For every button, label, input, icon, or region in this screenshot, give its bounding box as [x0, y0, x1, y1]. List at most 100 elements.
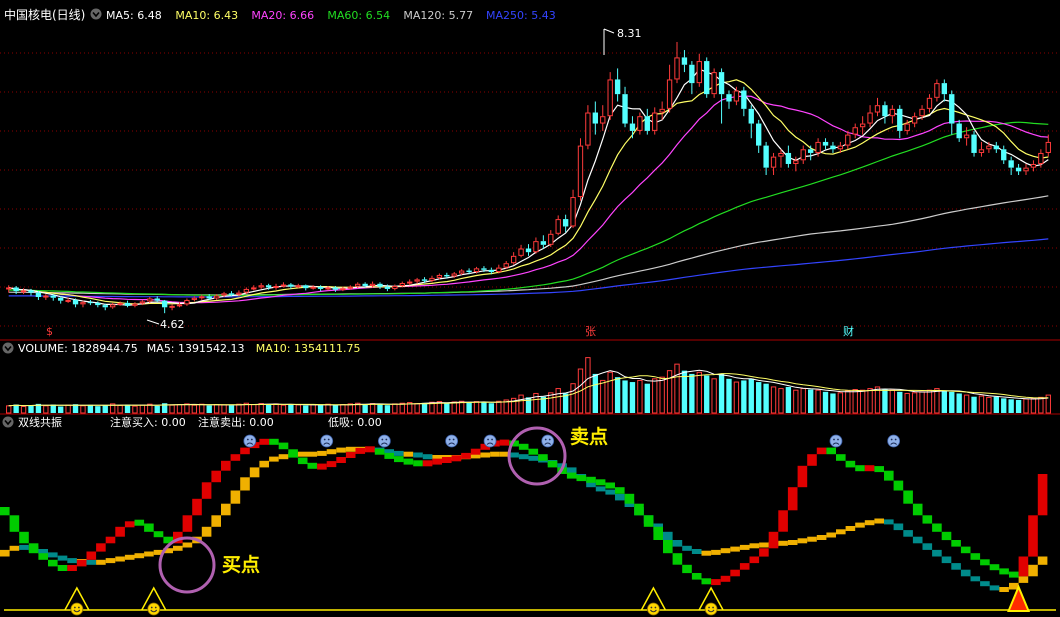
slow-line-block — [221, 503, 231, 516]
legend-item: MA250: 5.43 — [486, 9, 556, 22]
fast-line-block — [932, 523, 942, 532]
slow-line-block — [201, 526, 212, 537]
volume-bar — [845, 390, 851, 414]
fast-line-block — [989, 564, 1000, 571]
volume-bar — [807, 389, 814, 413]
slow-line-block — [989, 585, 1000, 591]
fast-line-block — [653, 526, 663, 540]
fast-line-block — [922, 515, 933, 524]
slow-line-block — [816, 535, 827, 540]
fast-line-block — [807, 454, 817, 466]
fast-line-block — [374, 448, 385, 455]
volume-bar — [325, 403, 331, 414]
fast-line-block — [576, 475, 587, 482]
volume-bar — [303, 405, 309, 413]
volume-bar — [20, 405, 27, 414]
legend-item: MA10: 6.43 — [175, 9, 238, 22]
volume-bar — [228, 405, 235, 413]
slow-line-block — [259, 460, 269, 468]
fast-line-block — [57, 565, 68, 571]
candle — [577, 138, 584, 201]
smiley-icon — [147, 602, 161, 616]
fast-line-block — [912, 503, 923, 516]
fast-line-block — [134, 519, 145, 526]
sad-face-icon — [445, 434, 459, 448]
slow-line-block — [836, 529, 846, 535]
fast-line-block — [893, 480, 904, 491]
candle — [971, 130, 977, 157]
volume-bar — [822, 391, 829, 413]
fast-line-block — [470, 448, 481, 455]
slow-line-block — [807, 536, 817, 542]
slow-line-block — [490, 451, 500, 457]
fast-line-block — [403, 458, 414, 465]
fast-line-block — [1009, 571, 1019, 578]
volume-bar — [614, 377, 621, 413]
volume-bar — [199, 403, 205, 414]
volume-bar — [65, 404, 71, 414]
slow-line-block — [67, 558, 77, 564]
fast-line-block — [297, 457, 308, 465]
volume-bar — [518, 394, 524, 414]
volume-bar — [488, 403, 495, 413]
event-marker-dollar[interactable]: $ — [46, 325, 53, 338]
slow-line-block — [941, 556, 952, 564]
slow-line-block — [730, 546, 740, 552]
slow-line-block — [701, 550, 712, 556]
fast-line-block — [855, 465, 865, 472]
fast-line-block — [124, 521, 135, 528]
slow-line-block — [19, 544, 29, 550]
volume-bar — [592, 373, 599, 413]
fast-line-block — [595, 479, 606, 486]
volume-bar — [251, 404, 257, 414]
volume-bar — [830, 393, 836, 413]
volume-bar — [652, 378, 658, 414]
volume-bar — [28, 405, 34, 413]
volume-bar — [986, 396, 992, 414]
smiley-icon — [704, 602, 718, 616]
slow-line-block — [797, 538, 808, 544]
fast-line-block — [259, 438, 269, 445]
fast-line-block — [76, 559, 87, 567]
slow-line-block — [787, 540, 798, 545]
price-collapse-toggle[interactable] — [90, 8, 102, 20]
volume-bar — [80, 405, 86, 414]
fast-line-block — [442, 457, 452, 463]
slow-line-block — [230, 490, 241, 504]
fast-line-block — [730, 569, 740, 577]
fast-line-block — [538, 454, 548, 461]
fast-line-block — [682, 564, 692, 574]
slow-line-block — [96, 559, 106, 565]
fast-line-block — [816, 447, 827, 455]
slow-line-block — [86, 559, 97, 565]
event-marker-zhang[interactable]: 张 — [585, 325, 596, 338]
volume-bar — [882, 389, 888, 413]
fast-line-block — [307, 462, 318, 469]
volume-bar — [206, 405, 212, 413]
volume-bar — [741, 380, 747, 413]
volume-bar — [718, 373, 725, 413]
fast-line-block — [720, 575, 731, 582]
fast-line-block — [691, 573, 702, 580]
volume-bar — [926, 389, 933, 414]
fast-line-block — [624, 493, 635, 504]
slow-line-block — [240, 477, 250, 491]
volume-bar — [466, 402, 472, 413]
volume-bar — [414, 403, 420, 414]
fast-line-block — [67, 565, 77, 571]
event-marker-cai[interactable]: 财 — [843, 324, 854, 338]
sad-face-icon — [320, 434, 334, 448]
volume-bar — [340, 404, 346, 414]
slow-line-block — [1028, 564, 1038, 577]
volume-bar — [815, 389, 821, 414]
fast-line-block — [19, 531, 29, 544]
volume-collapse-toggle[interactable] — [2, 342, 14, 354]
fast-line-block — [903, 490, 913, 504]
fast-line-block — [115, 526, 125, 537]
slow-line-block — [124, 554, 135, 560]
stock-chart: 中国核电(日线) MA5: 6.48 MA10: 6.43 MA20: 6.66 MA… — [0, 0, 1060, 617]
sad-face-icon — [243, 434, 257, 448]
legend-item: MA5: 1391542.13 — [147, 342, 245, 355]
fast-line-block — [0, 507, 10, 516]
indicator-collapse-toggle[interactable] — [2, 416, 14, 428]
